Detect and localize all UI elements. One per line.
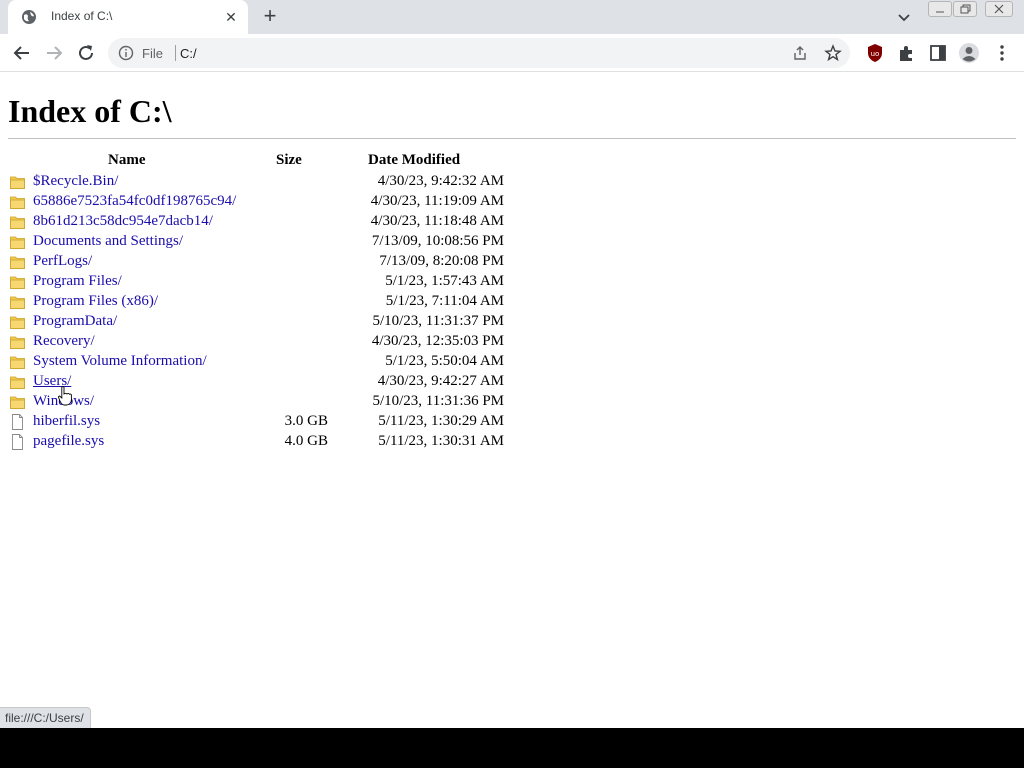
plus-icon[interactable]: + [258, 5, 282, 29]
scheme-label: File [142, 46, 163, 61]
folder-icon [10, 296, 25, 309]
date-modified: 5/11/23, 1:30:31 AM [378, 433, 504, 449]
file-link[interactable]: pagefile.sys [33, 433, 104, 450]
list-item: Users/4/30/23, 9:42:27 AM [0, 372, 520, 392]
date-modified: 7/13/09, 8:20:08 PM [379, 253, 504, 269]
list-item: ProgramData/5/10/23, 11:31:37 PM [0, 312, 520, 332]
browser-toolbar: File C:/ uo [0, 34, 1024, 72]
list-item: Windows/5/10/23, 11:31:36 PM [0, 392, 520, 412]
close-icon[interactable]: ✕ [222, 8, 240, 26]
svg-text:uo: uo [871, 50, 880, 58]
file-size: 4.0 GB [284, 433, 328, 449]
folder-icon [10, 236, 25, 249]
info-icon[interactable] [118, 45, 134, 61]
tab-strip: Index of C:\ ✕ + [0, 0, 1024, 34]
folder-icon [10, 216, 25, 229]
status-bar: file:///C:/Users/ [0, 707, 91, 728]
extensions-puzzle-icon[interactable] [895, 42, 917, 64]
date-modified: 5/10/23, 11:31:36 PM [372, 393, 504, 409]
omnibox-separator [175, 45, 176, 61]
folder-icon [10, 336, 25, 349]
folder-icon [10, 376, 25, 389]
profile-avatar-icon[interactable] [958, 42, 980, 64]
folder-icon [10, 356, 25, 369]
file-link[interactable]: $Recycle.Bin/ [33, 173, 118, 190]
date-modified: 4/30/23, 9:42:32 AM [377, 173, 504, 189]
file-link[interactable]: ProgramData/ [33, 313, 117, 330]
file-link[interactable]: Documents and Settings/ [33, 233, 183, 250]
list-item: System Volume Information/5/1/23, 5:50:0… [0, 352, 520, 372]
file-link[interactable]: 65886e7523fa54fc0df198765c94/ [33, 193, 236, 210]
page-content: Index of C:\ Name Size Date Modified $Re… [0, 72, 1024, 728]
list-item: pagefile.sys 4.0 GB 5/11/23, 1:30:31 AM [0, 432, 520, 452]
folder-icon [10, 276, 25, 289]
reload-icon[interactable] [75, 42, 97, 64]
file-icon [12, 434, 23, 450]
date-modified: 5/11/23, 1:30:29 AM [378, 413, 504, 429]
file-link[interactable]: System Volume Information/ [33, 353, 207, 370]
folder-icon [10, 176, 25, 189]
restore-icon[interactable] [953, 1, 977, 17]
file-link[interactable]: hiberfil.sys [33, 413, 100, 430]
page-title: Index of C:\ [8, 93, 172, 129]
file-link[interactable]: Program Files/ [33, 273, 122, 290]
share-icon[interactable] [792, 45, 808, 61]
side-panel-icon[interactable] [927, 42, 949, 64]
globe-icon [22, 10, 36, 24]
forward-arrow-icon[interactable] [43, 42, 65, 64]
list-item: PerfLogs/7/13/09, 8:20:08 PM [0, 252, 520, 272]
date-modified: 5/1/23, 1:57:43 AM [385, 273, 504, 289]
column-header-size[interactable]: Size [276, 152, 302, 169]
hand-cursor-icon [58, 386, 72, 406]
file-link[interactable]: Program Files (x86)/ [33, 293, 158, 310]
ublock-icon[interactable]: uo [864, 42, 886, 64]
date-modified: 5/1/23, 7:11:04 AM [385, 293, 504, 309]
date-modified: 5/10/23, 11:31:37 PM [372, 313, 504, 329]
star-icon[interactable] [824, 44, 842, 62]
column-header-name[interactable]: Name [108, 152, 146, 169]
address-bar[interactable]: File C:/ [108, 38, 850, 68]
date-modified: 5/1/23, 5:50:04 AM [385, 353, 504, 369]
date-modified: 7/13/09, 10:08:56 PM [371, 233, 504, 249]
tab-title: Index of C:\ [51, 9, 113, 23]
column-header-date[interactable]: Date Modified [368, 152, 460, 169]
list-item: Recovery/4/30/23, 12:35:03 PM [0, 332, 520, 352]
list-item: 65886e7523fa54fc0df198765c94/4/30/23, 11… [0, 192, 520, 212]
list-item: Program Files (x86)/ 5/1/23, 7:11:04 AM [0, 292, 520, 312]
file-size: 3.0 GB [284, 413, 328, 429]
file-icon [12, 414, 23, 430]
list-item: Documents and Settings/7/13/09, 10:08:56… [0, 232, 520, 252]
folder-icon [10, 316, 25, 329]
list-item: hiberfil.sys 3.0 GB 5/11/23, 1:30:29 AM [0, 412, 520, 432]
url-text[interactable]: C:/ [180, 46, 197, 61]
list-item: $Recycle.Bin/4/30/23, 9:42:32 AM [0, 172, 520, 192]
date-modified: 4/30/23, 11:19:09 AM [370, 193, 504, 209]
tab-index-of-c[interactable]: Index of C:\ ✕ [8, 0, 248, 34]
folder-icon [10, 396, 25, 409]
minimize-icon[interactable] [928, 1, 952, 17]
file-link[interactable]: 8b61d213c58dc954e7dacb14/ [33, 213, 213, 230]
kebab-menu-icon[interactable] [992, 42, 1012, 64]
folder-icon [10, 196, 25, 209]
date-modified: 4/30/23, 9:42:27 AM [377, 373, 504, 389]
file-link[interactable]: Recovery/ [33, 333, 95, 350]
date-modified: 4/30/23, 12:35:03 PM [371, 333, 504, 349]
back-arrow-icon[interactable] [11, 42, 33, 64]
list-item: 8b61d213c58dc954e7dacb14/4/30/23, 11:18:… [0, 212, 520, 232]
list-item: Program Files/5/1/23, 1:57:43 AM [0, 272, 520, 292]
file-link[interactable]: PerfLogs/ [33, 253, 92, 270]
chevron-down-icon[interactable] [895, 8, 913, 26]
folder-icon [10, 256, 25, 269]
heading-divider [8, 138, 1016, 139]
window-close-icon[interactable] [985, 1, 1013, 17]
date-modified: 4/30/23, 11:18:48 AM [370, 213, 504, 229]
